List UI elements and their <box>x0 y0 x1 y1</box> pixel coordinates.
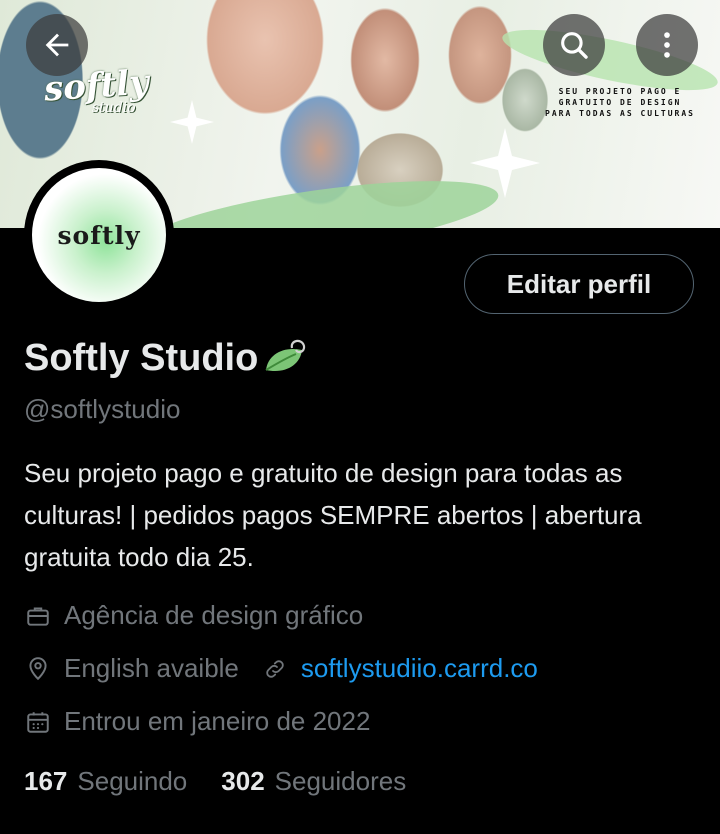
briefcase-icon <box>24 602 52 630</box>
leaf-emoji-icon <box>265 339 306 372</box>
back-button[interactable] <box>26 14 88 76</box>
calendar-icon <box>24 708 52 736</box>
profile-name: Softly Studio <box>24 336 310 380</box>
following-count: 167 <box>24 766 68 796</box>
followers-count: 302 <box>221 766 265 796</box>
avatar-image: softly <box>32 168 166 302</box>
more-options-button[interactable] <box>636 14 698 76</box>
follow-stats: 167 Seguindo 302 Seguidores <box>24 766 406 797</box>
search-icon <box>561 32 588 59</box>
profile-bio: Seu projeto pago e gratuito de design pa… <box>24 458 642 572</box>
profile-avatar[interactable]: softly <box>24 160 174 310</box>
profile-location-row: English avaible softlystudiio.carrd.co <box>24 653 538 684</box>
location-pin-icon <box>24 655 52 683</box>
banner-tagline-line: SEU PROJETO PAGO E <box>558 87 682 96</box>
followers-label: Seguidores <box>274 766 407 796</box>
followers-link[interactable]: 302 Seguidores <box>221 766 406 797</box>
more-vertical-icon <box>664 32 670 58</box>
search-button[interactable] <box>543 14 605 76</box>
website-link[interactable]: softlystudiio.carrd.co <box>301 653 538 684</box>
banner-tagline-line: PARA TODAS AS CULTURAS <box>545 109 695 118</box>
avatar-logo-text: softly <box>57 220 141 250</box>
following-link[interactable]: 167 Seguindo <box>24 766 187 797</box>
joined-text: Entrou em janeiro de 2022 <box>64 706 371 736</box>
location-text: English avaible <box>64 653 239 683</box>
banner-logo-sub: studio <box>92 100 136 116</box>
category-text: Agência de design gráfico <box>64 600 364 630</box>
banner-tagline-line: GRATUITO DE DESIGN <box>558 98 682 107</box>
profile-category: Agência de design gráfico <box>24 600 363 631</box>
edit-profile-button[interactable]: Editar perfil <box>464 254 694 314</box>
profile-handle: @softlystudio <box>24 394 181 424</box>
profile-joined: Entrou em janeiro de 2022 <box>24 706 370 737</box>
profile-name-text: Softly Studio <box>24 336 259 379</box>
link-icon <box>261 655 289 683</box>
following-label: Seguindo <box>77 766 188 796</box>
arrow-left-icon <box>45 33 69 57</box>
banner-tagline: SEU PROJETO PAGO E GRATUITO DE DESIGN PA… <box>520 86 720 119</box>
